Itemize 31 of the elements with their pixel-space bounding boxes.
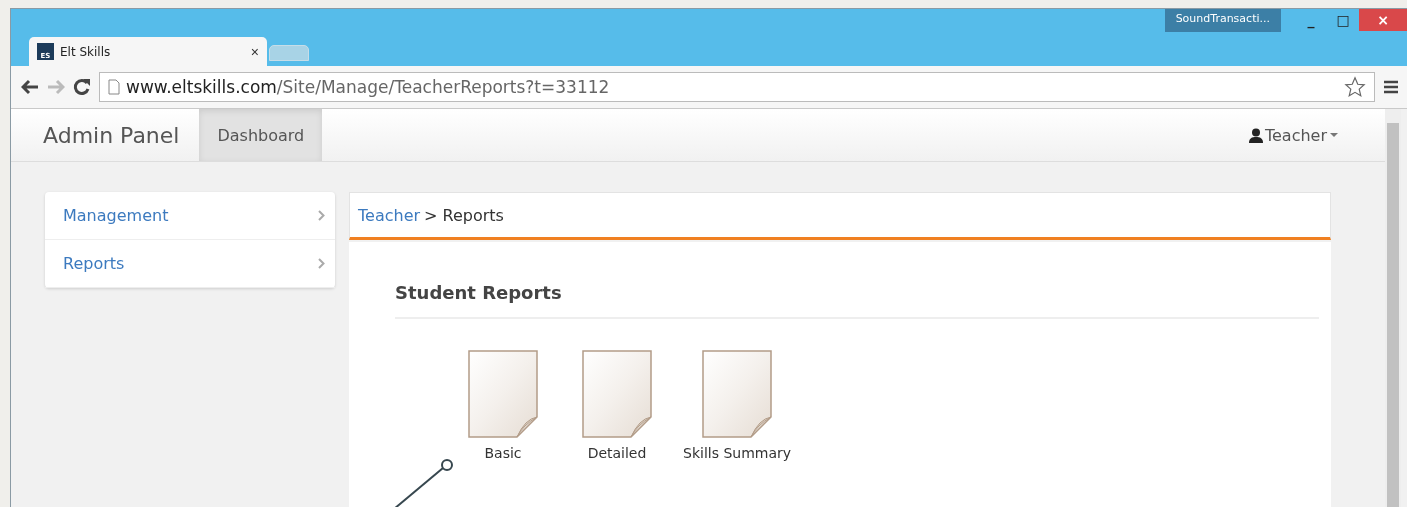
section-title: Student Reports [395, 282, 1319, 319]
url-text: www.eltskills.com/Site/Manage/TeacherReports?t=33112 [126, 77, 610, 97]
nav-item[interactable]: Dashboard [199, 109, 323, 161]
close-button[interactable]: × [1359, 9, 1407, 31]
report-item[interactable]: Detailed [569, 349, 665, 461]
breadcrumb-link[interactable]: Teacher [358, 205, 421, 225]
back-button[interactable] [21, 79, 39, 95]
report-item[interactable]: Basic [455, 349, 551, 461]
document-icon [581, 349, 653, 439]
user-menu[interactable]: Teacher [1248, 125, 1339, 145]
tab-title: Elt Skills [60, 44, 112, 59]
sidebar-item[interactable]: Management [45, 192, 335, 240]
taskbar-item[interactable]: SoundTransacti... [1164, 9, 1281, 32]
reload-button[interactable] [73, 78, 91, 96]
caret-icon [1329, 132, 1339, 138]
tab-close-button[interactable]: × [250, 43, 259, 60]
page-icon [108, 79, 120, 95]
maximize-button[interactable]: □ [1327, 9, 1359, 31]
document-icon [701, 349, 774, 439]
sidebar-item[interactable]: Reports [45, 240, 335, 288]
menu-button[interactable] [1383, 79, 1399, 95]
chevron-icon [318, 258, 325, 269]
star-icon[interactable] [1344, 76, 1366, 98]
breadcrumb-current: > Reports [424, 205, 504, 225]
chevron-icon [318, 210, 325, 221]
report-item[interactable]: Skills Summary [683, 349, 792, 461]
document-icon [467, 349, 539, 439]
address-bar[interactable]: www.eltskills.com/Site/Manage/TeacherReports?t=33112 [99, 72, 1375, 102]
brand-title[interactable]: Admin Panel [23, 122, 200, 148]
user-icon [1248, 127, 1263, 143]
minimize-button[interactable]: _ [1295, 9, 1327, 31]
